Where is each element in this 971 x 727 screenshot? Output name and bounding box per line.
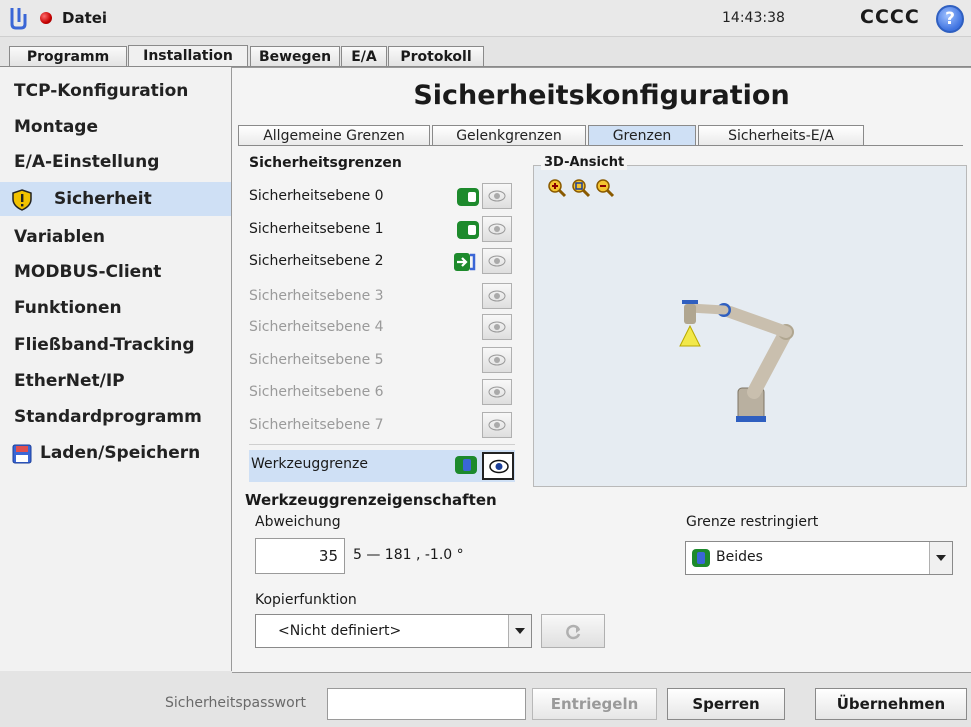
- 3d-view-title: 3D-Ansicht: [541, 155, 628, 170]
- unlock-button[interactable]: Entriegeln: [532, 688, 657, 720]
- trigger-plane-icon[interactable]: [453, 252, 477, 272]
- tab-gelenkgrenzen[interactable]: Gelenkgrenzen: [432, 125, 586, 146]
- deviation-range: 5 — 181 , -1.0 °: [353, 547, 464, 563]
- eye-button[interactable]: [482, 347, 512, 373]
- eye-icon: [488, 354, 506, 366]
- plane-enabled-toggle[interactable]: [457, 188, 479, 206]
- sidebar-item-standardprogramm[interactable]: Standardprogramm: [0, 400, 231, 434]
- plane-label: Sicherheitsebene 3: [249, 288, 384, 304]
- file-menu[interactable]: Datei: [62, 9, 107, 27]
- password-label: Sicherheitspasswort: [165, 695, 306, 711]
- list-item[interactable]: Sicherheitsebene 5: [249, 345, 515, 375]
- list-item[interactable]: Sicherheitsebene 2: [249, 246, 515, 276]
- eye-icon: [488, 255, 506, 267]
- deviation-input[interactable]: 35: [255, 538, 345, 574]
- plane-label: Sicherheitsebene 2: [249, 253, 384, 269]
- sidebar-item-montage[interactable]: Montage: [0, 110, 231, 144]
- list-item[interactable]: Sicherheitsebene 6: [249, 377, 515, 407]
- top-bar: [0, 0, 971, 37]
- clock: 14:43:38: [722, 10, 785, 26]
- safety-limits-title: Sicherheitsgrenzen: [249, 155, 402, 171]
- ur-logo-icon: [10, 8, 27, 30]
- chevron-down-icon[interactable]: [508, 615, 531, 647]
- refresh-icon: [566, 624, 581, 640]
- sidebar-item-variablen[interactable]: Variablen: [0, 220, 231, 254]
- list-item[interactable]: Sicherheitsebene 4: [249, 312, 515, 342]
- plane-label: Sicherheitsebene 7: [249, 417, 384, 433]
- sidebar-item-fliessband[interactable]: Fließband-Tracking: [0, 328, 231, 362]
- eye-button[interactable]: [482, 379, 512, 405]
- zoom-out-icon[interactable]: [595, 178, 615, 198]
- sidebar-item-ea-einstellung[interactable]: E/A-Einstellung: [0, 145, 231, 179]
- eye-icon: [488, 190, 506, 202]
- help-button[interactable]: ?: [936, 5, 964, 33]
- copy-function-label: Kopierfunktion: [255, 592, 357, 608]
- list-item[interactable]: Sicherheitsebene 7: [249, 410, 515, 440]
- tab-protokoll[interactable]: Protokoll: [388, 46, 484, 67]
- list-item[interactable]: Sicherheitsebene 1: [249, 214, 515, 244]
- restricted-select[interactable]: Beides: [685, 541, 953, 575]
- deviation-label: Abweichung: [255, 514, 341, 530]
- apply-button[interactable]: Übernehmen: [815, 688, 967, 720]
- eye-icon: [488, 419, 506, 431]
- mode-icon: [692, 549, 710, 567]
- eye-icon: [489, 459, 509, 474]
- tab-ea[interactable]: E/A: [341, 46, 387, 67]
- tab-allgemeine-grenzen[interactable]: Allgemeine Grenzen: [238, 125, 430, 146]
- zoom-fit-icon[interactable]: [571, 178, 591, 198]
- eye-button[interactable]: [482, 314, 512, 340]
- restricted-label: Grenze restringiert: [686, 514, 819, 530]
- copy-function-value: <Nicht definiert>: [278, 623, 402, 639]
- list-item[interactable]: Sicherheitsebene 0: [249, 181, 515, 211]
- sidebar-item-tcp[interactable]: TCP-Konfiguration: [0, 74, 231, 108]
- refresh-button[interactable]: [541, 614, 605, 648]
- lock-button[interactable]: Sperren: [667, 688, 785, 720]
- tab-grenzen[interactable]: Grenzen: [588, 125, 696, 146]
- tool-limit-properties-title: Werkzeuggrenzeigenschaften: [245, 491, 497, 509]
- eye-icon: [488, 321, 506, 333]
- page-title: Sicherheitskonfiguration: [413, 80, 790, 111]
- tab-installation[interactable]: Installation: [128, 45, 248, 68]
- tab-sicherheits-ea[interactable]: Sicherheits-E/A: [698, 125, 864, 146]
- eye-button[interactable]: [482, 248, 512, 274]
- sidebar-item-laden-speichern[interactable]: Laden/Speichern: [0, 436, 231, 470]
- sidebar: TCP-Konfiguration Montage E/A-Einstellun…: [0, 67, 232, 671]
- eye-icon: [488, 290, 506, 302]
- tool-eye-button[interactable]: [482, 452, 514, 480]
- plane-label: Sicherheitsebene 0: [249, 188, 384, 204]
- robot-model-icon: [679, 300, 794, 422]
- eye-button[interactable]: [482, 216, 512, 242]
- sidebar-item-modbus[interactable]: MODBUS-Client: [0, 255, 231, 289]
- eye-button[interactable]: [482, 283, 512, 309]
- copy-function-select[interactable]: <Nicht definiert>: [255, 614, 532, 648]
- plane-enabled-toggle[interactable]: [457, 221, 479, 239]
- subtab-divider: [238, 145, 963, 146]
- tool-limit-toggle-knob: [463, 459, 471, 471]
- eye-icon: [488, 386, 506, 398]
- password-input[interactable]: [327, 688, 526, 720]
- tab-programm[interactable]: Programm: [9, 46, 127, 67]
- save-icon: [12, 444, 32, 464]
- zoom-in-icon[interactable]: [547, 178, 567, 198]
- tool-limit-label: Werkzeuggrenze: [251, 456, 369, 472]
- sidebar-item-funktionen[interactable]: Funktionen: [0, 291, 231, 325]
- divider: [249, 444, 515, 445]
- restricted-value: Beides: [716, 549, 763, 565]
- eye-button[interactable]: [482, 183, 512, 209]
- shield-icon: [12, 189, 32, 211]
- plane-label: Sicherheitsebene 6: [249, 384, 384, 400]
- sidebar-item-sicherheit[interactable]: Sicherheit: [0, 182, 231, 216]
- eye-icon: [488, 223, 506, 235]
- plane-label: Sicherheitsebene 4: [249, 319, 384, 335]
- robot-status-icon: [40, 12, 52, 24]
- tab-bewegen[interactable]: Bewegen: [250, 46, 340, 67]
- list-item[interactable]: Sicherheitsebene 3: [249, 281, 515, 311]
- robot-name: CCCC: [860, 6, 920, 28]
- sidebar-item-ethernetip[interactable]: EtherNet/IP: [0, 364, 231, 398]
- chevron-down-icon[interactable]: [929, 542, 952, 574]
- eye-button[interactable]: [482, 412, 512, 438]
- plane-label: Sicherheitsebene 5: [249, 352, 384, 368]
- plane-label: Sicherheitsebene 1: [249, 221, 384, 237]
